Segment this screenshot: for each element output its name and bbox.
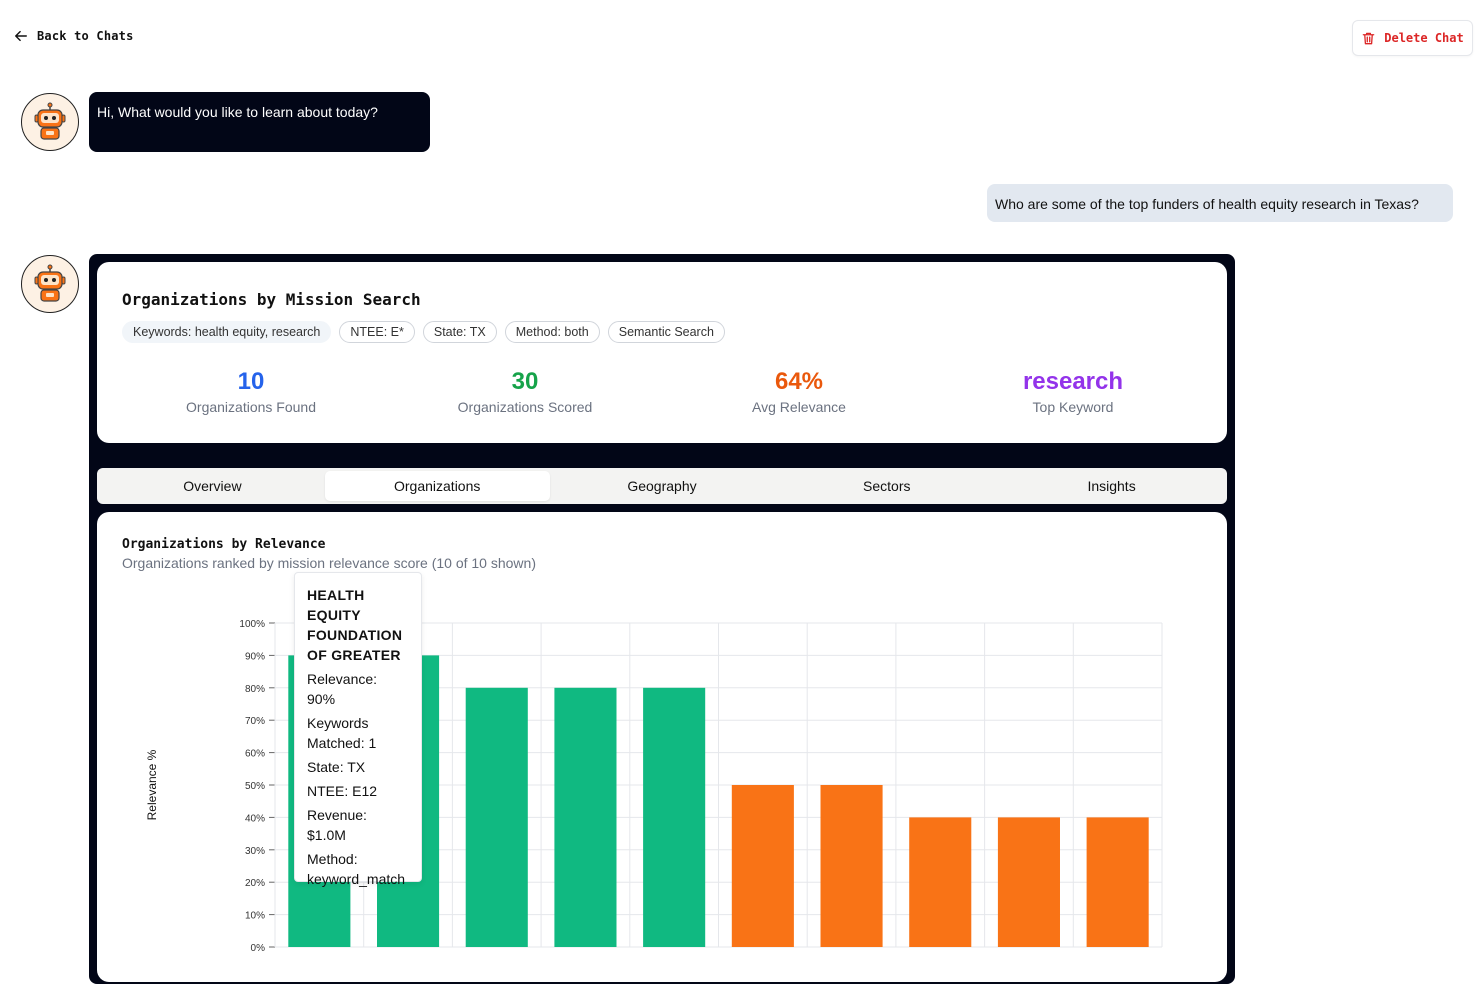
- y-tick-label: 70%: [245, 716, 265, 727]
- bar: [909, 817, 972, 947]
- y-tick-label: 30%: [245, 846, 265, 857]
- tooltip-line: Method:: [307, 851, 358, 867]
- ntee-chip: NTEE: E*: [339, 321, 415, 343]
- user-message-bubble: Who are some of the top funders of healt…: [987, 184, 1453, 222]
- bar: [643, 687, 706, 947]
- stat-label: Organizations Scored: [457, 399, 593, 415]
- tooltip-org-name: HEALTH EQUITY FOUNDATION OF GREATER: [307, 585, 409, 665]
- robot-icon: [34, 102, 66, 140]
- method-chip: Method: both: [504, 321, 600, 343]
- robot-icon: [34, 264, 66, 302]
- tooltip-name-line: OF GREATER: [307, 647, 401, 663]
- y-tick-label: 50%: [245, 781, 265, 792]
- y-tick-label: 100%: [239, 619, 265, 630]
- y-tick-label: 0%: [251, 943, 266, 954]
- search-summary-card: Organizations by Mission Search Keywords…: [97, 262, 1227, 443]
- back-label: Back to Chats: [37, 29, 134, 43]
- stat-value: 10: [237, 368, 265, 395]
- tooltip-line: Keywords: [307, 715, 369, 731]
- stat-value: 64%: [774, 368, 824, 395]
- tooltip-line: keyword_match: [307, 871, 406, 887]
- tooltip-line: 90%: [307, 691, 336, 707]
- state-chip: State: TX: [422, 321, 497, 343]
- tab-insights[interactable]: Insights: [999, 471, 1224, 501]
- bar: [997, 817, 1060, 947]
- bar: [820, 785, 883, 947]
- bar: [731, 785, 794, 947]
- stat-value: research: [1022, 368, 1124, 395]
- tooltip-line: Matched: 1: [307, 735, 377, 751]
- relevance-bar-chart: 0% 10% 20% 30% 40% 50% 60% 70% 80% 90% 100% Relevan…: [145, 619, 1163, 954]
- bar: [554, 687, 617, 947]
- stat-organizations-found: 10 Organizations Found: [114, 367, 388, 415]
- delete-chat-label: Delete Chat: [1384, 31, 1464, 45]
- relevance-chart-card: Organizations by Relevance Organizations…: [97, 512, 1227, 982]
- y-tick-label: 90%: [245, 651, 265, 662]
- trash-icon: [1362, 32, 1375, 44]
- y-tick-label: 60%: [245, 749, 265, 760]
- y-tick-label: 10%: [245, 911, 265, 922]
- top-bar: Back to Chats Delete Chat: [0, 0, 1484, 76]
- tab-sectors[interactable]: Sectors: [774, 471, 999, 501]
- tooltip-method: Method: keyword_match: [307, 849, 409, 889]
- bar: [465, 687, 528, 947]
- delete-chat-button[interactable]: Delete Chat: [1352, 20, 1473, 56]
- y-tick-label: 20%: [245, 878, 265, 889]
- results-tabs: Overview Organizations Geography Sectors…: [97, 468, 1227, 504]
- chart-tooltip: HEALTH EQUITY FOUNDATION OF GREATER Rele…: [294, 572, 422, 887]
- tooltip-relevance: Relevance: 90%: [307, 669, 409, 709]
- tab-organizations[interactable]: Organizations: [324, 471, 550, 501]
- bot-avatar: [21, 255, 79, 313]
- tab-geography[interactable]: Geography: [550, 471, 775, 501]
- tooltip-name-line: HEALTH: [307, 587, 365, 603]
- stat-organizations-scored: 30 Organizations Scored: [388, 367, 662, 415]
- bot-avatar: [21, 93, 79, 151]
- user-message-text: Who are some of the top funders of healt…: [995, 196, 1419, 212]
- tooltip-name-line: FOUNDATION: [307, 627, 403, 643]
- bot-message-text: Hi, What would you like to learn about t…: [97, 104, 378, 120]
- tooltip-line: Relevance:: [307, 671, 378, 687]
- tooltip-revenue: Revenue: $1.0M: [307, 807, 367, 843]
- stat-avg-relevance: 64% Avg Relevance: [662, 367, 936, 415]
- stat-label: Avg Relevance: [752, 399, 846, 415]
- stat-label: Organizations Found: [186, 399, 316, 415]
- tooltip-state: State: TX: [307, 759, 366, 775]
- tooltip-ntee: NTEE: E12: [307, 783, 378, 799]
- semantic-search-chip: Semantic Search: [607, 321, 725, 343]
- bar: [1086, 817, 1149, 947]
- tooltip-name-line: EQUITY: [307, 607, 361, 623]
- summary-title: Organizations by Mission Search: [122, 290, 421, 309]
- tooltip-keywords: Keywords Matched: 1: [307, 713, 409, 753]
- stat-value: 30: [511, 368, 539, 395]
- keywords-chip: Keywords: health equity, research: [122, 321, 332, 343]
- stat-top-keyword: research Top Keyword: [936, 367, 1210, 415]
- bot-message-bubble: Hi, What would you like to learn about t…: [89, 92, 430, 152]
- back-to-chats-link[interactable]: Back to Chats: [14, 29, 134, 43]
- tab-overview[interactable]: Overview: [100, 471, 325, 501]
- stat-label: Top Keyword: [1032, 399, 1114, 415]
- y-tick-label: 40%: [245, 813, 265, 824]
- arrow-left-icon: [15, 30, 27, 42]
- filter-chips: Keywords: health equity, research NTEE: …: [122, 321, 725, 343]
- y-tick-label: 80%: [245, 684, 265, 695]
- y-axis-label: Relevance %: [145, 749, 159, 820]
